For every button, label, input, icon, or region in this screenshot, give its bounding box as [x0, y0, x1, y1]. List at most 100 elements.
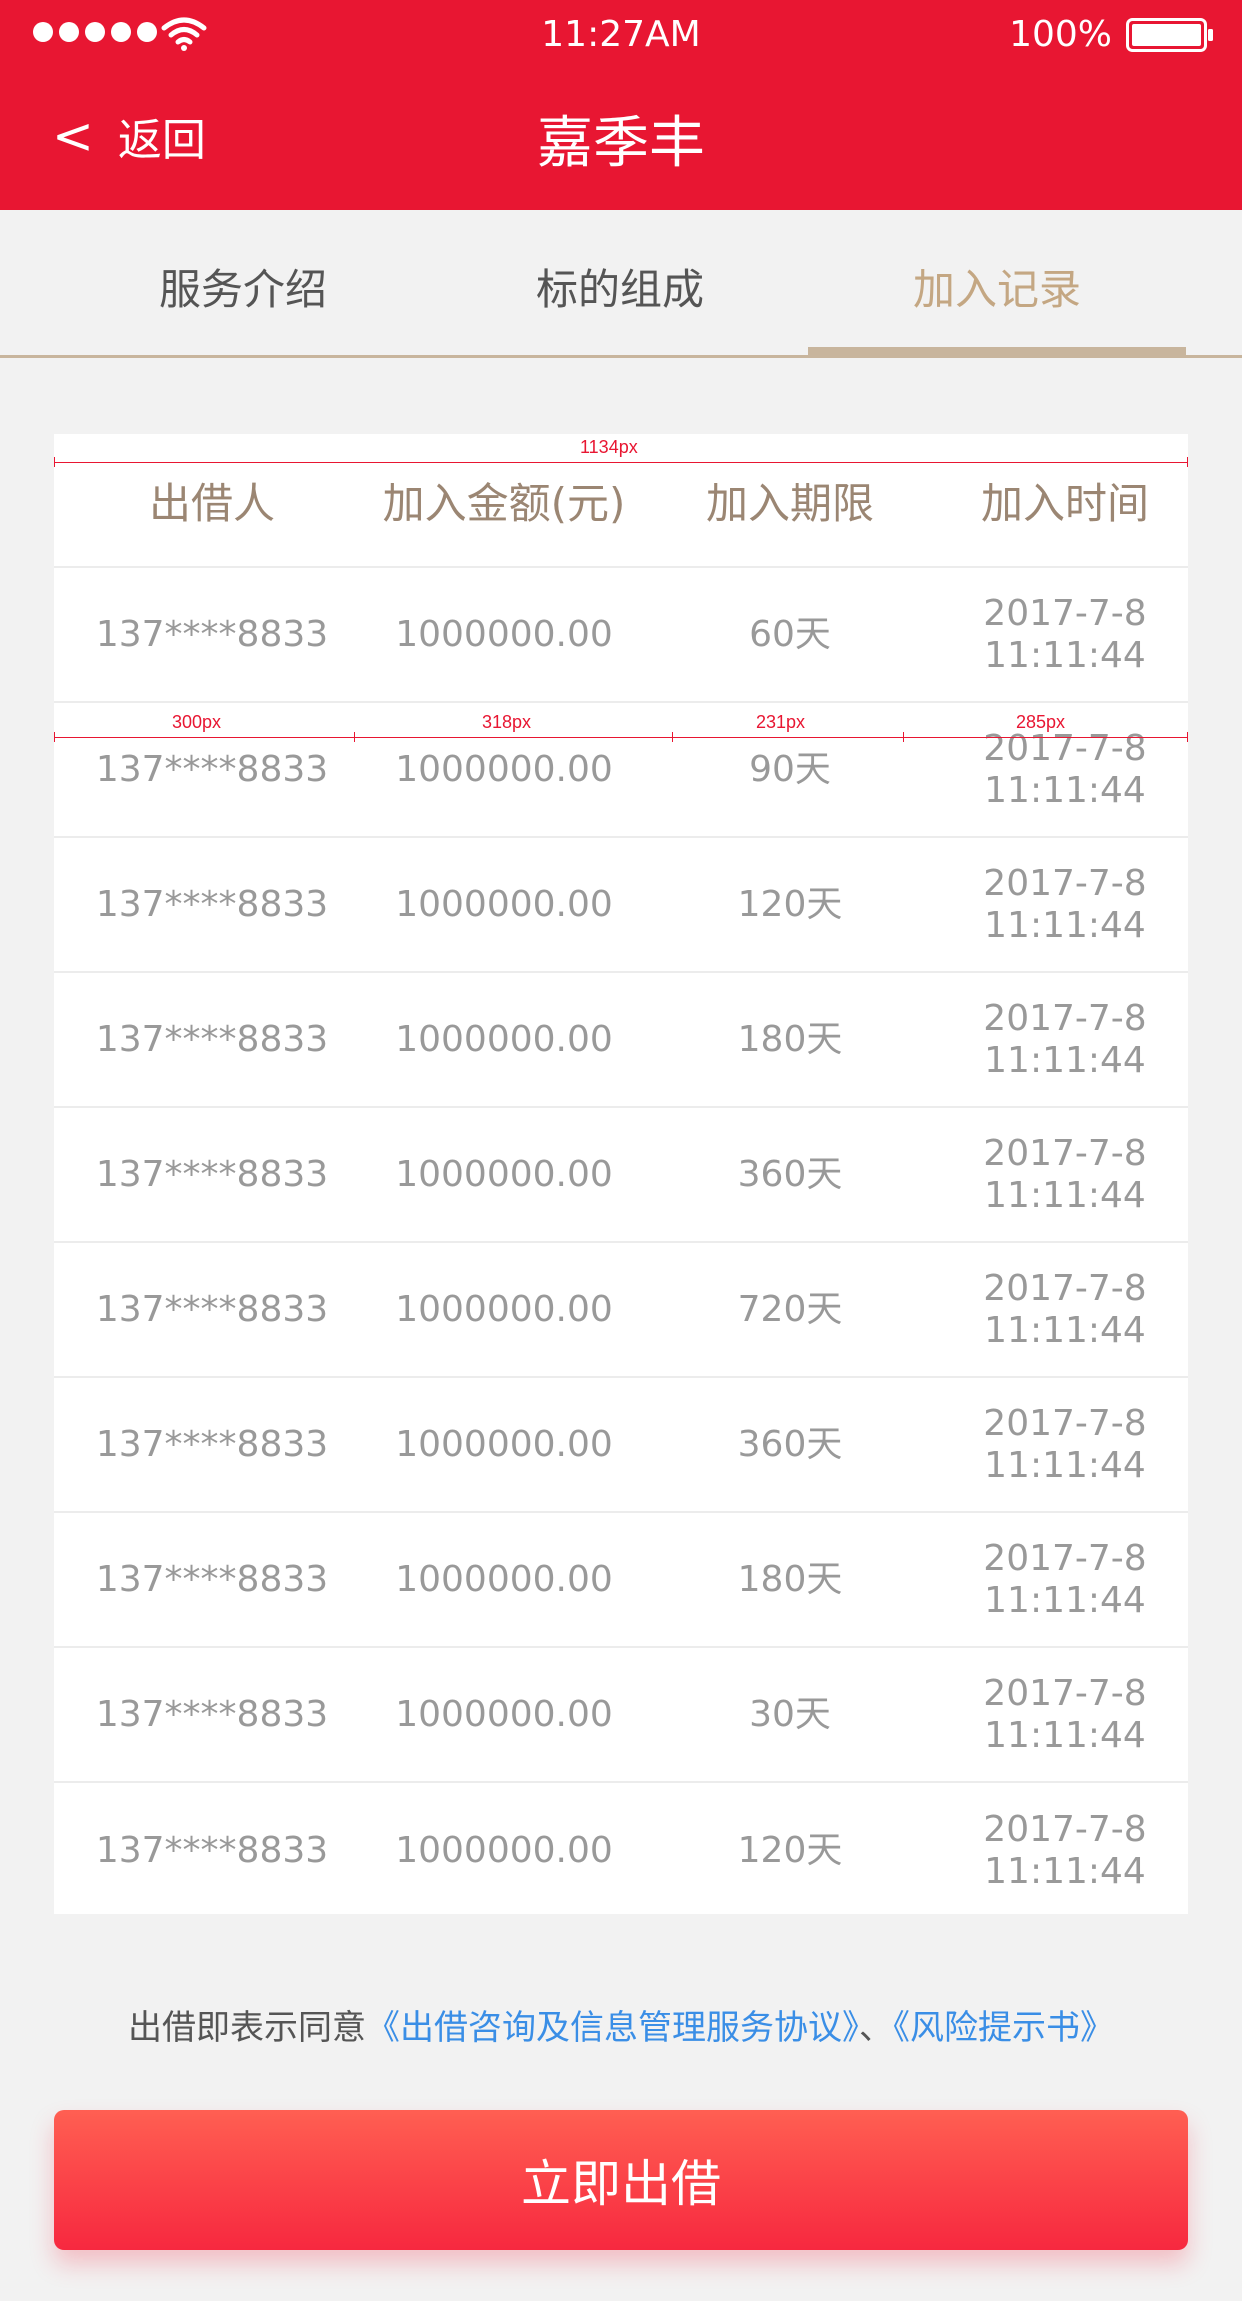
cell-time: 2017-7-8 11:11:44 — [942, 1673, 1188, 1757]
cell-time: 2017-7-8 11:11:44 — [942, 863, 1188, 947]
cell-lender: 137****8833 — [95, 613, 329, 655]
join-records-table: 出借人 加入金额(元) 加入期限 加入时间 137****8833 100000… — [54, 434, 1188, 1914]
tab-join-records[interactable]: 加入记录 — [808, 256, 1186, 317]
cell-date: 2017-7-8 — [983, 727, 1147, 769]
annotation-tick — [903, 732, 904, 742]
active-tab-indicator — [808, 347, 1186, 357]
annotation-tick — [54, 457, 55, 467]
annotation-tick — [1187, 457, 1188, 467]
cell-term: 180天 — [737, 1018, 843, 1060]
header-lender: 出借人 — [148, 478, 275, 528]
width-annotation-line — [54, 462, 1188, 463]
agreement-prefix: 出借即表示同意 — [128, 2008, 366, 2048]
cell-clock: 11:11:44 — [984, 1309, 1146, 1351]
tab-service-intro[interactable]: 服务介绍 — [54, 256, 432, 317]
width-annotation-col3: 231px — [756, 712, 806, 732]
cell-lender: 137****8833 — [95, 883, 329, 925]
cell-date: 2017-7-8 — [983, 1132, 1147, 1174]
cell-date: 2017-7-8 — [983, 997, 1147, 1039]
cell-date: 2017-7-8 — [983, 1537, 1147, 1579]
cell-amount: 1000000.00 — [395, 1018, 613, 1060]
cell-term: 60天 — [749, 613, 831, 655]
cell-time: 2017-7-8 11:11:44 — [942, 998, 1188, 1082]
annotation-tick — [1187, 732, 1188, 742]
column-annotation-line — [54, 737, 1188, 738]
page-title: 嘉季丰 — [537, 111, 705, 176]
cell-lender: 137****8833 — [95, 1153, 329, 1195]
agreement-separator: 、 — [859, 2008, 893, 2048]
table-row: 137****8833 1000000.00 360天 2017-7-8 11:… — [54, 1378, 1188, 1513]
cell-clock: 11:11:44 — [984, 634, 1146, 676]
cell-term: 360天 — [737, 1153, 843, 1195]
app-header: 11:27AM 100% < 返回 嘉季丰 — [0, 0, 1242, 210]
cell-term: 90天 — [749, 748, 831, 790]
cell-clock: 11:11:44 — [984, 1039, 1146, 1081]
cell-term: 180天 — [737, 1558, 843, 1600]
cell-time: 2017-7-8 11:11:44 — [942, 593, 1188, 677]
cell-lender: 137****8833 — [95, 1693, 329, 1735]
cell-lender: 137****8833 — [95, 1558, 329, 1600]
cell-time: 2017-7-8 11:11:44 — [942, 1403, 1188, 1487]
cell-amount: 1000000.00 — [395, 1288, 613, 1330]
width-annotation-col1: 300px — [172, 712, 222, 732]
cell-term: 120天 — [737, 883, 843, 925]
table-row: 137****8833 1000000.00 180天 2017-7-8 11:… — [54, 973, 1188, 1108]
cell-amount: 1000000.00 — [395, 1829, 613, 1871]
battery-percentage: 100% — [1009, 14, 1112, 55]
agreement-notice: 出借即表示同意《出借咨询及信息管理服务协议》、《风险提示书》 — [0, 2000, 1242, 2049]
annotation-tick — [354, 732, 355, 742]
tab-target-composition[interactable]: 标的组成 — [431, 256, 809, 317]
cell-clock: 11:11:44 — [984, 1174, 1146, 1216]
cell-date: 2017-7-8 — [983, 862, 1147, 904]
table-row: 137****8833 1000000.00 30天 2017-7-8 11:1… — [54, 1648, 1188, 1783]
tab-bar: 服务介绍 标的组成 加入记录 — [0, 210, 1242, 358]
header-amount: 加入金额(元) — [382, 478, 626, 528]
cell-clock: 11:11:44 — [984, 769, 1146, 811]
cell-lender: 137****8833 — [95, 1829, 329, 1871]
cell-term: 120天 — [737, 1829, 843, 1871]
cell-date: 2017-7-8 — [983, 592, 1147, 634]
table-row: 137****8833 1000000.00 120天 2017-7-8 11:… — [54, 1783, 1188, 1918]
cell-amount: 1000000.00 — [395, 1558, 613, 1600]
cell-time: 2017-7-8 11:11:44 — [942, 1133, 1188, 1217]
width-annotation-total: 1134px — [580, 437, 638, 457]
cell-time: 2017-7-8 11:11:44 — [942, 728, 1188, 812]
width-annotation-col4: 285px — [1016, 712, 1066, 732]
cell-clock: 11:11:44 — [984, 904, 1146, 946]
service-agreement-link[interactable]: 《出借咨询及信息管理服务协议》 — [366, 2008, 859, 2048]
cell-lender: 137****8833 — [95, 748, 329, 790]
battery-icon — [1126, 18, 1213, 52]
lend-now-button[interactable]: 立即出借 — [54, 2110, 1188, 2250]
cell-lender: 137****8833 — [95, 1423, 329, 1465]
cell-term: 30天 — [749, 1693, 831, 1735]
cell-date: 2017-7-8 — [983, 1808, 1147, 1850]
risk-notice-link[interactable]: 《风险提示书》 — [893, 2008, 1114, 2048]
cell-date: 2017-7-8 — [983, 1267, 1147, 1309]
status-bar: 11:27AM 100% — [0, 0, 1242, 70]
cell-clock: 11:11:44 — [984, 1850, 1146, 1892]
cell-term: 360天 — [737, 1423, 843, 1465]
width-annotation-col2: 318px — [482, 712, 532, 732]
table-row: 137****8833 1000000.00 360天 2017-7-8 11:… — [54, 1108, 1188, 1243]
table-row: 137****8833 1000000.00 180天 2017-7-8 11:… — [54, 1513, 1188, 1648]
cell-amount: 1000000.00 — [395, 1423, 613, 1465]
cell-clock: 11:11:44 — [984, 1714, 1146, 1756]
cell-lender: 137****8833 — [95, 1288, 329, 1330]
table-row: 137****8833 1000000.00 60天 2017-7-8 11:1… — [54, 568, 1188, 703]
cell-term: 720天 — [737, 1288, 843, 1330]
cell-lender: 137****8833 — [95, 1018, 329, 1060]
header-time: 加入时间 — [980, 478, 1149, 528]
cell-amount: 1000000.00 — [395, 1693, 613, 1735]
table-row: 137****8833 1000000.00 120天 2017-7-8 11:… — [54, 838, 1188, 973]
cell-amount: 1000000.00 — [395, 883, 613, 925]
annotation-tick — [672, 732, 673, 742]
table-row: 137****8833 1000000.00 720天 2017-7-8 11:… — [54, 1243, 1188, 1378]
cell-amount: 1000000.00 — [395, 748, 613, 790]
annotation-tick — [54, 732, 55, 742]
cell-clock: 11:11:44 — [984, 1579, 1146, 1621]
cell-amount: 1000000.00 — [395, 613, 613, 655]
cell-amount: 1000000.00 — [395, 1153, 613, 1195]
cell-time: 2017-7-8 11:11:44 — [942, 1268, 1188, 1352]
cell-time: 2017-7-8 11:11:44 — [942, 1809, 1188, 1893]
cell-time: 2017-7-8 11:11:44 — [942, 1538, 1188, 1622]
